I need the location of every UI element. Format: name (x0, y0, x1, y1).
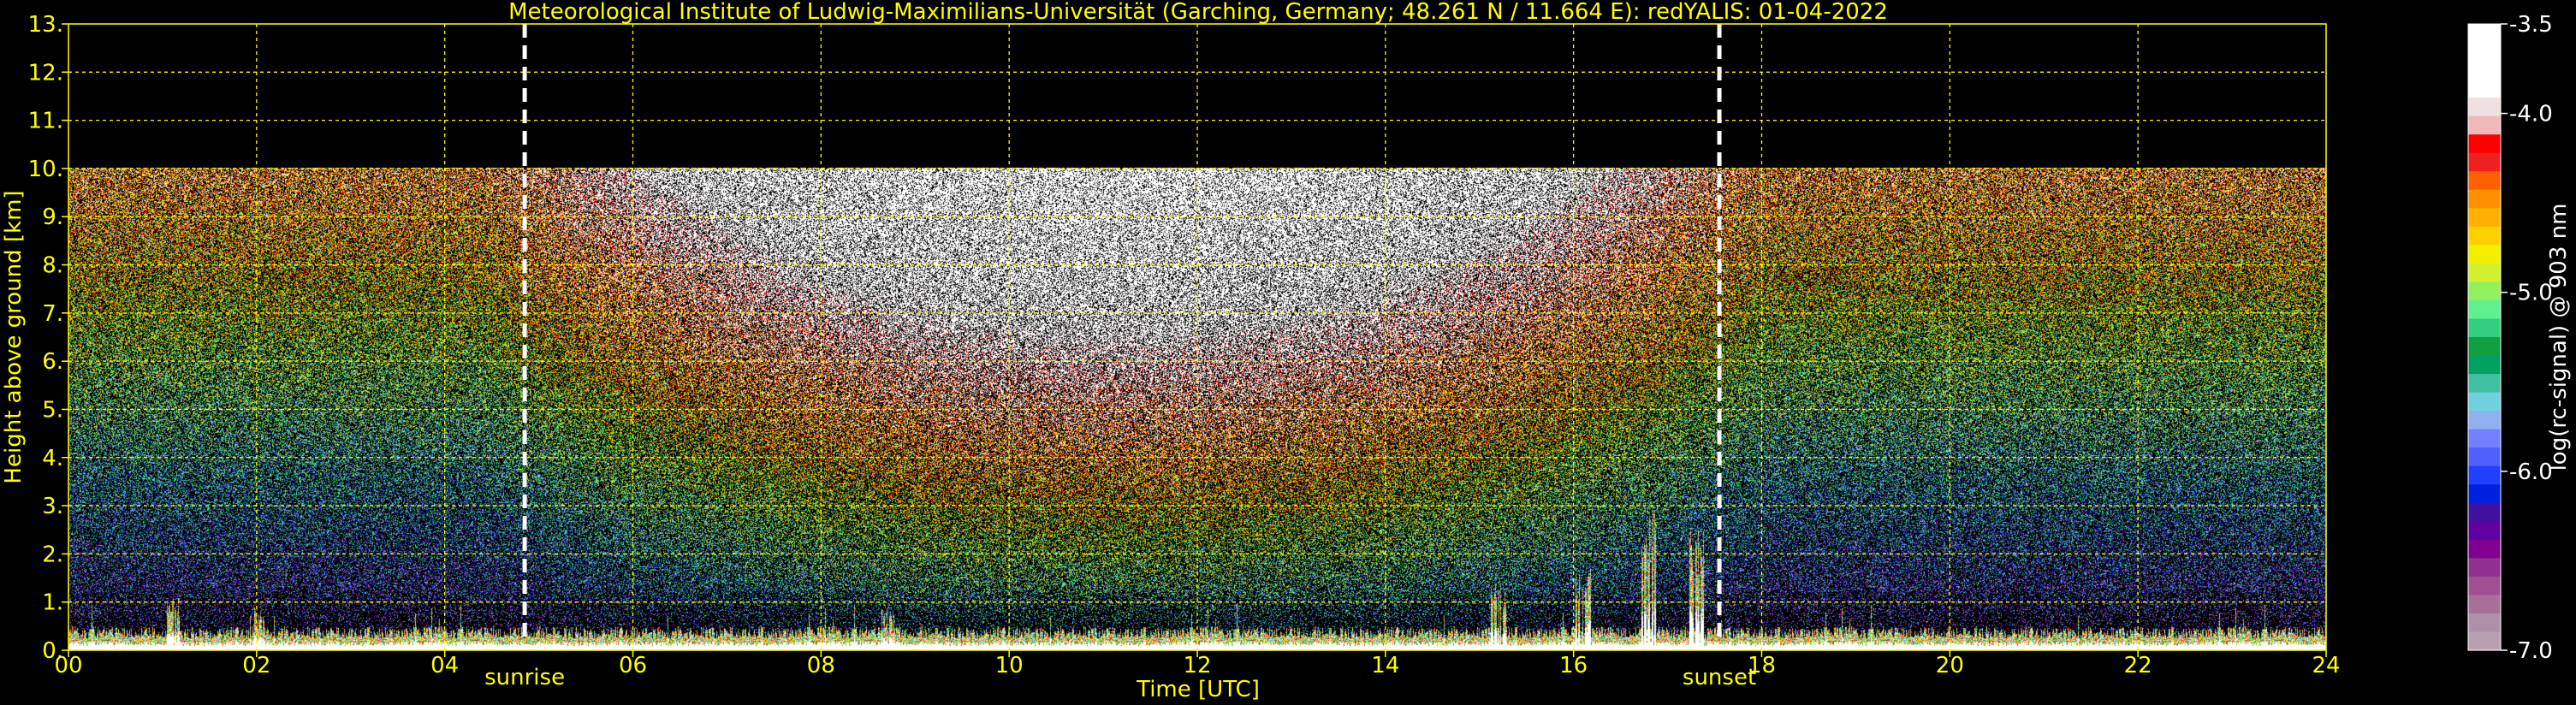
x-tick-label: 18 (1748, 653, 1776, 678)
colorbar-swatch (2468, 42, 2501, 62)
y-tick-label: 8. (42, 253, 63, 279)
colorbar-swatch (2468, 595, 2501, 614)
colorbar-tick-label: -3.5 (2509, 12, 2553, 38)
colorbar-swatch (2468, 392, 2501, 412)
y-tick-label: 7. (42, 301, 63, 327)
colorbar-swatch (2468, 502, 2501, 522)
colorbar-swatch (2468, 539, 2501, 559)
x-tick-label: 02 (242, 653, 270, 678)
colorbar-swatch (2468, 61, 2501, 80)
colorbar-swatch (2468, 429, 2501, 448)
colorbar-swatch (2468, 263, 2501, 283)
x-tick-label: 24 (2312, 653, 2340, 678)
backscatter-heatmap (68, 24, 2326, 650)
colorbar-swatch (2468, 116, 2501, 135)
y-tick-label: 11. (28, 109, 63, 134)
x-tick-label: 20 (1936, 653, 1964, 678)
x-tick-label: 00 (54, 653, 82, 678)
colorbar-swatch (2468, 374, 2501, 394)
colorbar-label: log(rc-signal) @ 903 nm (2546, 204, 2572, 471)
colorbar-swatch (2468, 447, 2501, 467)
y-tick-label: 2. (42, 542, 63, 567)
x-tick-label: 10 (995, 653, 1024, 678)
colorbar-swatch (2468, 411, 2501, 430)
y-tick-label: 1. (42, 590, 63, 616)
x-tick-label: 12 (1183, 653, 1211, 678)
x-axis-label: Time [UTC] (1136, 677, 1260, 702)
colorbar-swatch (2468, 208, 2501, 228)
colorbar-swatch (2468, 171, 2501, 191)
colorbar-swatch (2468, 355, 2501, 375)
y-tick-label: 13. (28, 12, 63, 38)
y-axis-label: Height above ground [km] (1, 190, 27, 483)
chart-title: Meteorological Institute of Ludwig-Maxim… (508, 0, 1888, 25)
y-tick-label: 5. (42, 397, 63, 423)
colorbar-swatch (2468, 318, 2501, 338)
colorbar-swatch (2468, 576, 2501, 596)
colorbar-tick-label: -7.0 (2509, 638, 2553, 664)
colorbar-swatch (2468, 465, 2501, 485)
colorbar-swatch (2468, 613, 2501, 633)
x-tick-label: 08 (807, 653, 835, 678)
y-tick-label: 12. (28, 60, 63, 86)
sunrise-label: sunrise (484, 665, 565, 690)
x-tick-label: 16 (1559, 653, 1588, 678)
colorbar-swatch (2468, 631, 2501, 651)
sunset-label: sunset (1683, 665, 1756, 690)
colorbar-tick-label: -4.0 (2509, 102, 2553, 127)
x-tick-label: 06 (619, 653, 647, 678)
colorbar-swatch (2468, 299, 2501, 320)
colorbar-swatch (2468, 521, 2501, 541)
colorbar-swatch (2468, 226, 2501, 246)
colorbar-swatch (2468, 245, 2501, 264)
y-tick-label: 9. (42, 204, 63, 230)
plot-area (68, 24, 2326, 650)
y-tick-label: 4. (42, 446, 63, 471)
x-tick-label: 22 (2124, 653, 2152, 678)
colorbar-swatch (2468, 79, 2501, 98)
colorbar-swatch (2468, 484, 2501, 504)
colorbar-swatch (2468, 24, 2501, 44)
colorbar-swatch (2468, 189, 2501, 209)
x-tick-label: 14 (1371, 653, 1399, 678)
y-tick-label: 3. (42, 494, 63, 519)
y-tick-label: 10. (28, 157, 63, 182)
colorbar-swatch (2468, 337, 2501, 357)
x-tick-label: 04 (430, 653, 459, 678)
y-tick-label: 6. (42, 349, 63, 375)
colorbar-swatch (2468, 558, 2501, 578)
colorbar-swatch (2468, 152, 2501, 172)
colorbar-swatch (2468, 134, 2501, 154)
colorbar-swatch (2468, 281, 2501, 301)
lidar-chart: Meteorological Institute of Ludwig-Maxim… (0, 0, 2576, 705)
colorbar-swatch (2468, 98, 2501, 117)
